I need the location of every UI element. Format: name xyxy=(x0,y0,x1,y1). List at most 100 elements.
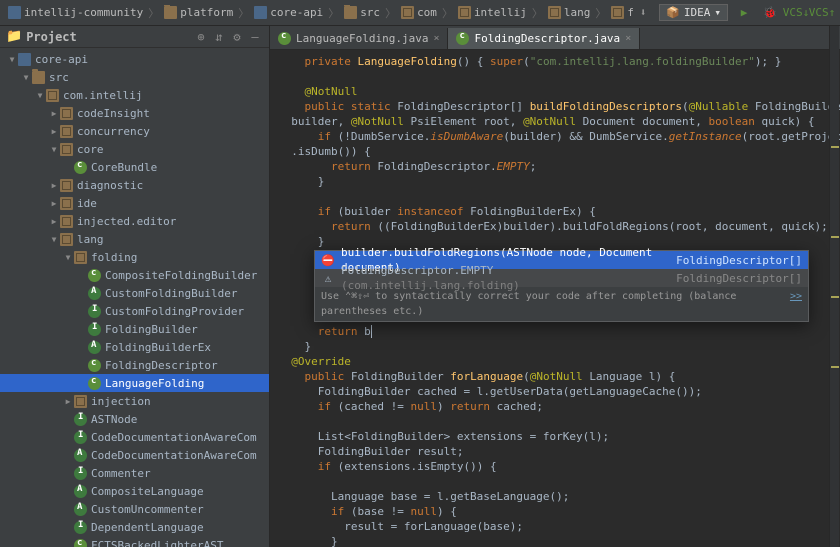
pkg-icon xyxy=(60,143,73,156)
tree-node[interactable]: DependentLanguage xyxy=(0,518,269,536)
tree-label: CodeDocumentationAwareCom xyxy=(91,449,257,462)
tree-arrow-icon[interactable]: ▼ xyxy=(6,55,18,64)
tree-node[interactable]: FoldingBuilderEx xyxy=(0,338,269,356)
jclass-icon xyxy=(88,377,101,390)
tree-arrow-icon[interactable]: ▼ xyxy=(62,253,74,262)
abst-icon xyxy=(88,341,101,354)
tree-node[interactable]: CustomFoldingProvider xyxy=(0,302,269,320)
tree-node[interactable]: ▶ide xyxy=(0,194,269,212)
editor-tab[interactable]: FoldingDescriptor.java × xyxy=(448,28,640,49)
vcs-update-icon[interactable]: VCS↓ xyxy=(786,3,806,23)
breadcrumb-item[interactable]: core-api〉 xyxy=(254,5,341,21)
tree-node[interactable]: FCTSBackedLighterAST xyxy=(0,536,269,547)
breadcrumb-item[interactable]: platform〉 xyxy=(164,5,251,21)
tree-node[interactable]: FoldingDescriptor xyxy=(0,356,269,374)
completion-type: FoldingDescriptor[] xyxy=(676,253,802,268)
tree-arrow-icon[interactable]: ▼ xyxy=(20,73,32,82)
code-editor[interactable]: private LanguageFolding() { super("com.i… xyxy=(270,50,840,547)
tab-label: FoldingDescriptor.java xyxy=(474,32,620,45)
tree-arrow-icon[interactable]: ▼ xyxy=(48,235,60,244)
abst-icon xyxy=(74,449,87,462)
debug-icon[interactable]: 🐞 xyxy=(760,3,780,23)
tree-node[interactable]: FoldingBuilder xyxy=(0,320,269,338)
tree-node[interactable]: CompositeLanguage xyxy=(0,482,269,500)
tree-arrow-icon[interactable]: ▶ xyxy=(48,127,60,136)
breadcrumb-item[interactable]: src〉 xyxy=(344,5,398,21)
tree-arrow-icon[interactable]: ▶ xyxy=(62,397,74,406)
tree-arrow-icon[interactable]: ▼ xyxy=(48,145,60,154)
tree-arrow-icon[interactable]: ▶ xyxy=(48,199,60,208)
run-icon[interactable]: ▶ xyxy=(734,3,754,23)
tree-label: FoldingBuilderEx xyxy=(105,341,211,354)
build-icon[interactable]: ⬇ xyxy=(633,3,653,23)
tree-label: concurrency xyxy=(77,125,150,138)
tree-node[interactable]: ▼com.intellij xyxy=(0,86,269,104)
tree-node[interactable]: LanguageFolding xyxy=(0,374,269,392)
tree-node[interactable]: CoreBundle xyxy=(0,158,269,176)
pkg-icon xyxy=(46,89,59,102)
completion-popup[interactable]: ⛔builder.buildFoldRegions(ASTNode node, … xyxy=(314,250,809,322)
select-opened-icon[interactable]: ⊕ xyxy=(193,29,209,45)
settings-icon[interactable]: ⚙ xyxy=(229,29,245,45)
breadcrumb-item[interactable]: com〉 xyxy=(401,5,455,21)
tree-label: FoldingDescriptor xyxy=(105,359,218,372)
breadcrumb-item[interactable]: lang〉 xyxy=(548,5,609,21)
pkg-icon xyxy=(60,107,73,120)
tree-label: Commenter xyxy=(91,467,151,480)
tree-node[interactable]: ▶injected.editor xyxy=(0,212,269,230)
abst-icon xyxy=(74,485,87,498)
pkg-icon xyxy=(458,6,471,19)
error-stripe[interactable] xyxy=(829,26,839,547)
iface-icon xyxy=(74,521,87,534)
breadcrumb-item[interactable]: folding〉 xyxy=(611,5,633,21)
tab-label: LanguageFolding.java xyxy=(296,32,428,45)
pkg-icon xyxy=(60,215,73,228)
tree-node[interactable]: ▼folding xyxy=(0,248,269,266)
hint-link[interactable]: >> xyxy=(790,289,802,319)
pkg-icon xyxy=(401,6,414,19)
iface-icon xyxy=(74,431,87,444)
close-icon[interactable]: × xyxy=(433,33,439,44)
tree-node[interactable]: CustomFoldingBuilder xyxy=(0,284,269,302)
hide-icon[interactable]: — xyxy=(247,29,263,45)
tree-arrow-icon[interactable]: ▶ xyxy=(48,181,60,190)
tree-node[interactable]: ▶ concurrency xyxy=(0,122,269,140)
tree-label: ASTNode xyxy=(91,413,137,426)
tree-node[interactable]: CustomUncommenter xyxy=(0,500,269,518)
tree-node[interactable]: ▶injection xyxy=(0,392,269,410)
tree-arrow-icon[interactable]: ▶ xyxy=(48,109,60,118)
editor-tab[interactable]: LanguageFolding.java × xyxy=(270,28,448,49)
module-icon xyxy=(18,53,31,66)
tree-arrow-icon[interactable]: ▼ xyxy=(34,91,46,100)
tree-arrow-icon[interactable]: ▶ xyxy=(48,217,60,226)
tree-node[interactable]: ▼ core-api xyxy=(0,50,269,68)
tree-node[interactable]: CompositeFoldingBuilder xyxy=(0,266,269,284)
tree-label: CoreBundle xyxy=(91,161,157,174)
collapse-all-icon[interactable]: ⇵ xyxy=(211,29,227,45)
tree-node[interactable]: ▼lang xyxy=(0,230,269,248)
completion-item[interactable]: ⚠FoldingDescriptor.EMPTY (com.intellij.l… xyxy=(315,269,808,287)
tree-node[interactable]: CodeDocumentationAwareCom xyxy=(0,446,269,464)
breadcrumb-item[interactable]: intellij〉 xyxy=(458,5,545,21)
tree-node[interactable]: ASTNode xyxy=(0,410,269,428)
tree-node[interactable]: ▼src xyxy=(0,68,269,86)
breadcrumb-item[interactable]: intellij-community〉 xyxy=(8,5,161,21)
folder-icon xyxy=(32,71,45,84)
vcs-commit-icon[interactable]: VCS↑ xyxy=(812,3,832,23)
tree-label: CompositeFoldingBuilder xyxy=(105,269,257,282)
tree-node[interactable]: ▶diagnostic xyxy=(0,176,269,194)
jclass-icon xyxy=(88,359,101,372)
tree-label: core-api xyxy=(35,53,88,66)
iface-icon xyxy=(74,467,87,480)
tree-node[interactable]: ▼core xyxy=(0,140,269,158)
close-icon[interactable]: × xyxy=(625,33,631,44)
run-config-selector[interactable]: 📦 IDEA ▾ xyxy=(659,4,728,21)
project-tree[interactable]: ▼core-api▼src▼com.intellij▶codeInsight▶c… xyxy=(0,48,269,547)
completion-hint: Use ⌃⌘⇧⏎ to syntactically correct your c… xyxy=(315,287,808,321)
tree-label: FCTSBackedLighterAST xyxy=(91,539,223,547)
tree-node[interactable]: CodeDocumentationAwareCom xyxy=(0,428,269,446)
tree-node[interactable]: Commenter xyxy=(0,464,269,482)
iface-icon xyxy=(88,305,101,318)
tree-node[interactable]: ▶codeInsight xyxy=(0,104,269,122)
tree-label: CustomFoldingBuilder xyxy=(105,287,237,300)
